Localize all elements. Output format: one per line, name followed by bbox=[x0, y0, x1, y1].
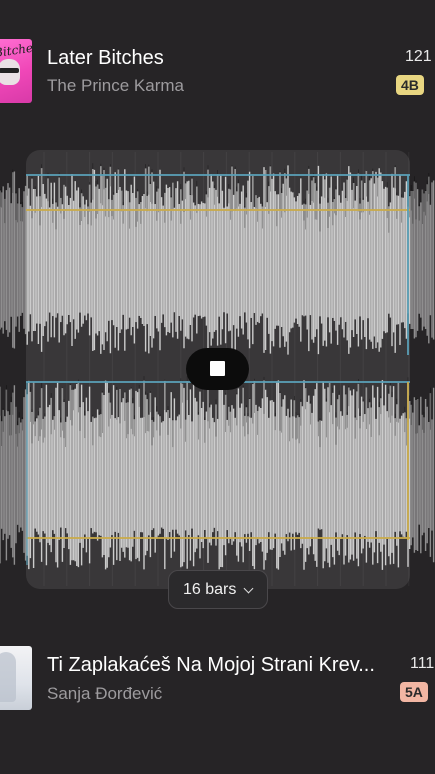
track-title: Ti Zaplakaćeš Na Mojoj Strani Krev... bbox=[47, 654, 375, 676]
track-artist: Sanja Đorđević bbox=[47, 684, 163, 703]
track-row-now-playing[interactable]: Bitches Later Bitches The Prince Karma 1… bbox=[0, 39, 435, 105]
track-artist: The Prince Karma bbox=[47, 76, 184, 95]
stop-icon bbox=[210, 361, 225, 376]
stop-button[interactable] bbox=[186, 348, 249, 390]
album-art bbox=[0, 646, 32, 710]
track-bpm: 121 bbox=[405, 48, 432, 65]
track-key-badge: 5A bbox=[400, 682, 428, 702]
track-row-next[interactable]: Ti Zaplakaćeš Na Mojoj Strani Krev... Sa… bbox=[0, 646, 435, 712]
track-title: Later Bitches bbox=[47, 47, 164, 69]
loop-length-label: 16 bars bbox=[183, 581, 237, 598]
album-art-text: Bitches bbox=[0, 39, 32, 61]
album-art: Bitches bbox=[0, 39, 32, 103]
track-key-badge: 4B bbox=[396, 75, 424, 95]
loop-length-dropdown[interactable]: 16 bars bbox=[168, 570, 268, 609]
track-bpm: 111 bbox=[410, 655, 435, 672]
chevron-down-icon bbox=[243, 583, 254, 594]
